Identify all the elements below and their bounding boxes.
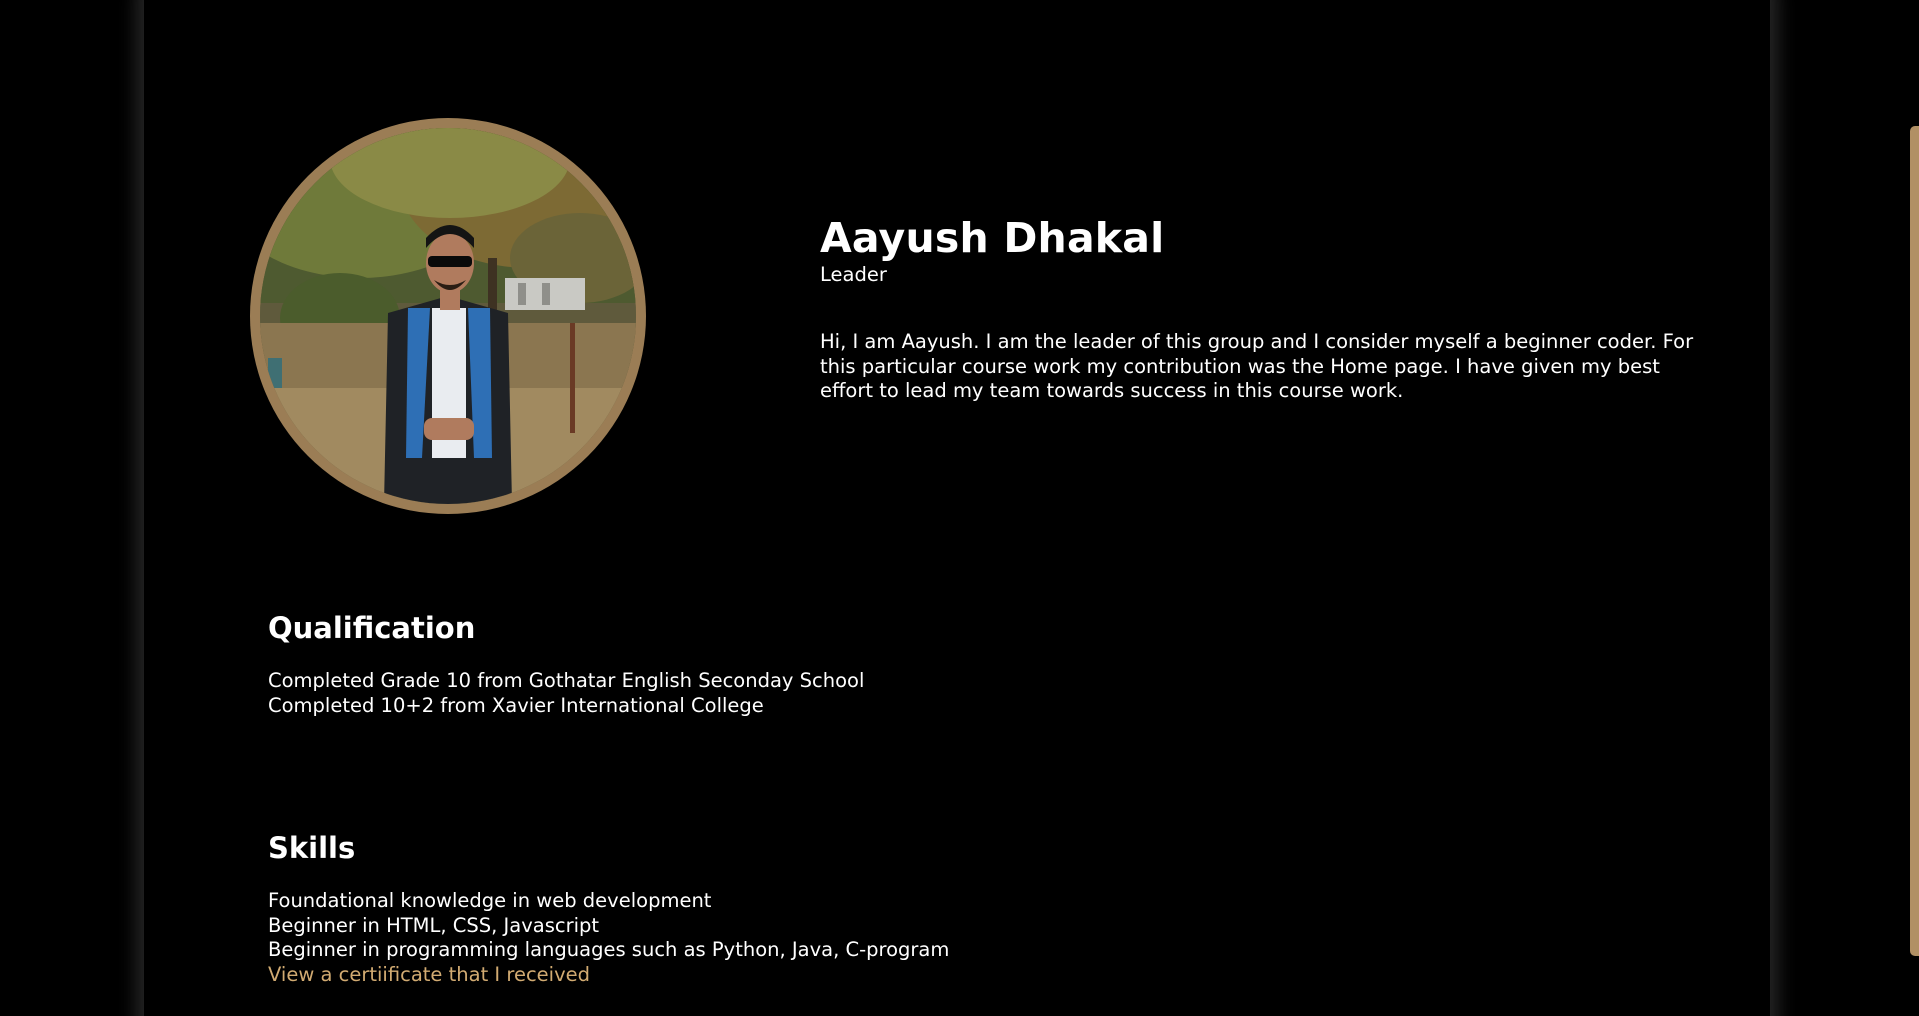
qualification-item: Completed Grade 10 from Gothatar English…	[268, 669, 865, 692]
qualification-item: Completed 10+2 from Xavier International…	[268, 693, 764, 717]
certificate-link[interactable]: View a certiificate that I received	[268, 963, 590, 986]
avatar	[260, 128, 636, 504]
certificate-link-item: View a certiificate that I received	[268, 963, 949, 988]
profile-name: Aayush Dhakal	[820, 214, 1165, 262]
qualification-title: Qualification	[268, 611, 476, 645]
skill-item: Foundational knowledge in web developmen…	[268, 889, 712, 912]
skill-item: Beginner in programming languages such a…	[268, 938, 950, 961]
skill-item: Beginner in HTML, CSS, Javascript	[268, 913, 600, 937]
profile-photo-icon	[260, 128, 636, 504]
scrollbar-track[interactable]	[1907, 0, 1919, 1016]
qualification-list: Completed Grade 10 from Gothatar English…	[268, 669, 864, 718]
page: Aayush Dhakal Leader Hi, I am Aayush. I …	[0, 0, 1919, 1016]
profile-bio: Hi, I am Aayush. I am the leader of this…	[820, 330, 1694, 402]
profile-role: Leader	[820, 263, 887, 286]
skills-list: Foundational knowledge in web developmen…	[268, 889, 949, 987]
avatar-frame	[250, 118, 646, 514]
skills-title: Skills	[268, 831, 356, 865]
scrollbar-thumb[interactable]	[1910, 126, 1919, 956]
